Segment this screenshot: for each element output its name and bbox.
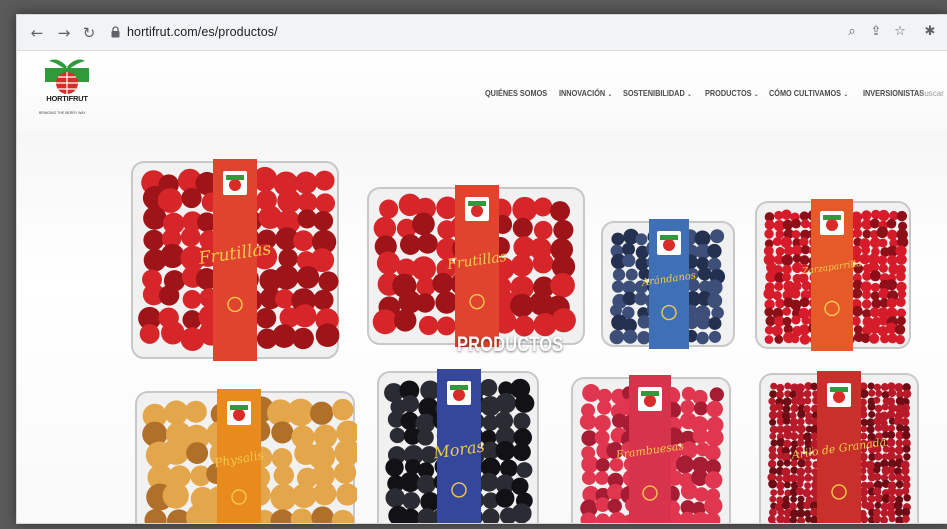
lock-icon [111, 26, 120, 38]
chevron-down-icon: ⌄ [843, 92, 848, 98]
site-header: HORTIFRUT BRINGING THE BERRY WAY QUIÉNES… [17, 51, 947, 131]
menu-item-quienes-somos[interactable]: QUIÉNES SOMOS [485, 88, 547, 98]
address-bar[interactable]: hortifrut.com/es/productos/ [111, 22, 829, 44]
chevron-down-icon: ⌄ [608, 92, 613, 98]
product-card[interactable]: Frutillas [129, 159, 341, 361]
menu-item-label: SOSTENIBILIDAD [622, 88, 685, 98]
reload-button[interactable]: ↻ [79, 23, 99, 43]
logo-berry-icon [45, 59, 89, 94]
menu-item-inversionistas[interactable]: INVERSIONISTAS [863, 88, 924, 98]
products-hero: Frutillas Frutillas Arándanos Zarzaparrilla… [17, 131, 947, 523]
product-card[interactable]: Frambuesas [569, 375, 733, 523]
product-card[interactable]: Moras [375, 369, 541, 523]
hortifrut-logo[interactable]: HORTIFRUT BRINGING THE BERRY WAY [39, 57, 95, 119]
menu-item-como-cultivamos[interactable]: CÓMO CULTIVAMOS ⌄ [769, 88, 848, 98]
zoom-icon[interactable]: ⌕ [843, 23, 861, 41]
menu-item-label: PRODUCTOS [704, 88, 752, 98]
share-icon[interactable]: ⇪ [867, 23, 885, 41]
forward-button[interactable]: → [54, 23, 74, 43]
page-title: PRODUCTOS [457, 333, 564, 356]
product-card[interactable]: Physalis [133, 389, 357, 523]
extensions-icon[interactable]: ✱ [921, 23, 939, 41]
back-button[interactable]: ← [27, 23, 47, 43]
menu-item-label: INNOVACIÓN [559, 88, 606, 98]
menu-item-sostenibilidad[interactable]: SOSTENIBILIDAD ⌄ [623, 88, 692, 98]
logo-name: HORTIFRUT [46, 94, 88, 103]
browser-window: ← → ↻ hortifrut.com/es/productos/ ⌕ ⇪ ☆ … [16, 14, 947, 524]
product-card[interactable]: Frutillas [365, 185, 587, 347]
product-card[interactable]: Zarzaparrilla [753, 199, 913, 351]
menu-item-label: INVERSIONISTAS [862, 88, 924, 98]
logo-tagline: BRINGING THE BERRY WAY [39, 111, 86, 115]
website: HORTIFRUT BRINGING THE BERRY WAY QUIÉNES… [17, 51, 947, 523]
search-link[interactable]: Buscar [919, 89, 944, 98]
product-clamshell-image [755, 199, 911, 351]
menu-item-productos[interactable]: PRODUCTOS ⌄ [705, 88, 758, 98]
menu-item-innovacion[interactable]: INNOVACIÓN ⌄ [559, 88, 612, 98]
menu-item-label: CÓMO CULTIVAMOS [768, 88, 841, 98]
url-text[interactable]: hortifrut.com/es/productos/ [127, 25, 278, 39]
browser-toolbar: ← → ↻ hortifrut.com/es/productos/ ⌕ ⇪ ☆ … [17, 15, 947, 51]
product-card[interactable]: Arilo de Granada [757, 371, 921, 523]
chevron-down-icon: ⌄ [753, 92, 759, 98]
bookmark-star-icon[interactable]: ☆ [891, 23, 909, 41]
chevron-down-icon: ⌄ [687, 92, 692, 98]
product-card[interactable]: Arándanos [599, 219, 737, 349]
menu-item-label: QUIÉNES SOMOS [485, 88, 548, 98]
main-menu: QUIÉNES SOMOS INNOVACIÓN ⌄ SOSTENIBILIDAD… [485, 88, 926, 98]
